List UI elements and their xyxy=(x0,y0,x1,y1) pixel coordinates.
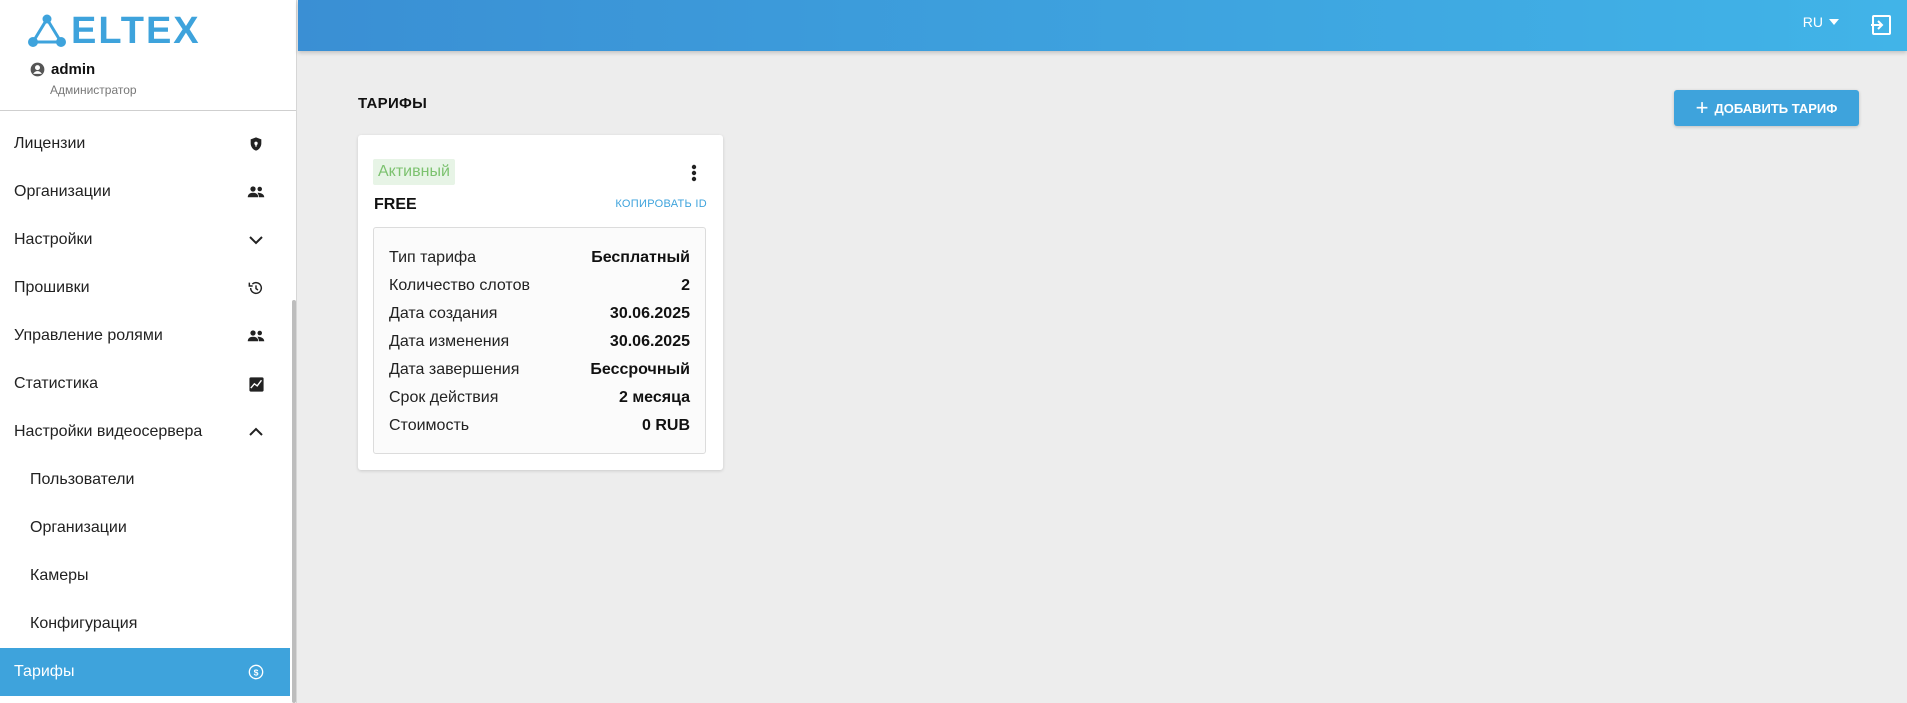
detail-value: 2 xyxy=(681,277,690,294)
sidebar-subitem-users[interactable]: Пользователи xyxy=(0,456,290,504)
sidebar-item-label: Лицензии xyxy=(14,135,86,152)
sidebar-item-organizations[interactable]: Организации xyxy=(0,168,290,216)
chevron-down-icon xyxy=(246,230,266,250)
detail-row-created: Дата создания 30.06.2025 xyxy=(389,300,690,328)
detail-key: Дата завершения xyxy=(389,361,520,378)
detail-key: Срок действия xyxy=(389,389,499,406)
sidebar-item-label: Статистика xyxy=(14,375,99,392)
sidebar-item-label: Управление ролями xyxy=(14,327,163,344)
sidebar-item-licenses[interactable]: Лицензии xyxy=(0,120,290,168)
sidebar-item-label: Настройки видеосервера xyxy=(14,423,203,440)
eltex-logo[interactable]: ELTEX xyxy=(27,12,201,50)
detail-key: Дата создания xyxy=(389,305,498,322)
sidebar-item-label: Организации xyxy=(30,519,127,536)
detail-row-type: Тип тарифа Бесплатный xyxy=(389,244,690,272)
sidebar-subitem-cameras[interactable]: Камеры xyxy=(0,552,290,600)
detail-row-end: Дата завершения Бессрочный xyxy=(389,356,690,384)
add-tariff-label: ДОБАВИТЬ ТАРИФ xyxy=(1714,100,1838,116)
chart-icon xyxy=(246,374,266,394)
logout-icon[interactable] xyxy=(1869,13,1893,37)
detail-key: Количество слотов xyxy=(389,277,530,294)
detail-row-slots: Количество слотов 2 xyxy=(389,272,690,300)
user-info: admin xyxy=(30,61,95,78)
sidebar-subitem-configuration[interactable]: Конфигурация xyxy=(0,600,290,648)
detail-row-duration: Срок действия 2 месяца xyxy=(389,384,690,412)
status-badge: Активный xyxy=(373,159,455,185)
history-icon xyxy=(246,278,266,298)
sidebar-scrollbar[interactable] xyxy=(292,300,296,703)
people-icon xyxy=(246,182,266,202)
sidebar-item-settings[interactable]: Настройки xyxy=(0,216,290,264)
language-label: RU xyxy=(1802,14,1823,30)
sidebar-item-label: Тарифы xyxy=(14,663,75,680)
logo-text: ELTEX xyxy=(71,10,201,52)
detail-key: Тип тарифа xyxy=(389,249,477,266)
sidebar-item-role-management[interactable]: Управление ролями xyxy=(0,312,290,360)
sidebar-nav: Лицензии Организации Настройки Прошивки … xyxy=(0,120,290,696)
sidebar: ELTEX admin Администратор Лицензии Орган… xyxy=(0,0,297,703)
user-role: Администратор xyxy=(50,83,137,97)
chevron-up-icon xyxy=(246,422,266,442)
detail-value: 30.06.2025 xyxy=(609,305,690,322)
detail-value: 30.06.2025 xyxy=(609,333,690,350)
language-selector[interactable]: RU xyxy=(1803,14,1839,30)
sidebar-item-videoserver-settings[interactable]: Настройки видеосервера xyxy=(0,408,290,456)
people-icon xyxy=(246,326,266,346)
sidebar-item-label: Настройки xyxy=(14,231,93,248)
sidebar-divider xyxy=(0,110,296,111)
detail-key: Дата изменения xyxy=(389,333,510,350)
svg-text:$: $ xyxy=(254,667,259,677)
caret-down-icon xyxy=(1829,19,1839,25)
tariff-card: Активный FREE КОПИРОВАТЬ ID Тип тарифа Б… xyxy=(358,135,723,470)
detail-value: Бесплатный xyxy=(591,249,690,266)
detail-value: 2 месяца xyxy=(618,389,690,406)
shield-icon xyxy=(246,134,266,154)
sidebar-item-statistics[interactable]: Статистика xyxy=(0,360,290,408)
tariff-name: FREE xyxy=(374,196,417,213)
eltex-logo-icon xyxy=(28,14,66,47)
detail-key: Стоимость xyxy=(389,417,470,434)
user-name: admin xyxy=(51,61,96,78)
more-options-icon[interactable] xyxy=(682,161,706,185)
sidebar-item-label: Конфигурация xyxy=(30,615,138,632)
sidebar-item-tariffs[interactable]: Тарифы $ xyxy=(0,648,290,696)
add-tariff-button[interactable]: + ДОБАВИТЬ ТАРИФ xyxy=(1674,90,1859,126)
sidebar-subitem-organizations[interactable]: Организации xyxy=(0,504,290,552)
detail-row-modified: Дата изменения 30.06.2025 xyxy=(389,328,690,356)
sidebar-item-label: Камеры xyxy=(30,567,89,584)
tariff-details: Тип тарифа Бесплатный Количество слотов … xyxy=(373,227,706,454)
dollar-circle-icon: $ xyxy=(246,662,266,682)
top-bar: RU xyxy=(298,0,1907,51)
detail-value: Бессрочный xyxy=(590,361,690,378)
detail-row-price: Стоимость 0 RUB xyxy=(389,412,690,440)
sidebar-item-label: Пользователи xyxy=(30,471,135,488)
sidebar-item-firmware[interactable]: Прошивки xyxy=(0,264,290,312)
account-icon xyxy=(30,62,45,77)
copy-id-link[interactable]: КОПИРОВАТЬ ID xyxy=(615,198,707,210)
plus-icon: + xyxy=(1695,95,1709,120)
sidebar-item-label: Прошивки xyxy=(14,279,90,296)
sidebar-item-label: Организации xyxy=(14,183,111,200)
page-title: ТАРИФЫ xyxy=(358,95,428,112)
detail-value: 0 RUB xyxy=(641,417,690,434)
